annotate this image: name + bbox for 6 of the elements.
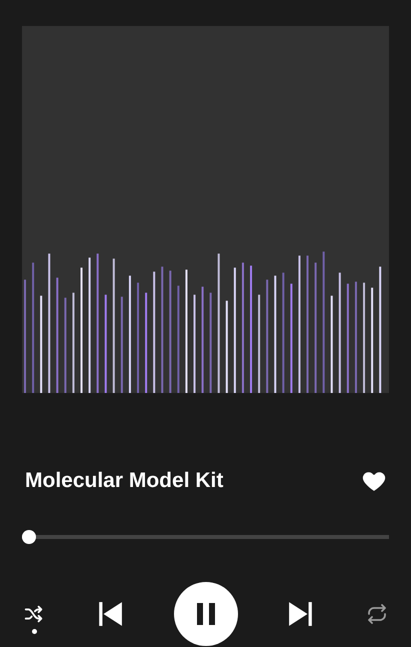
shuffle-button[interactable] [23, 602, 45, 624]
progress-thumb[interactable] [22, 530, 36, 544]
previous-icon[interactable] [96, 600, 123, 626]
track-title: Molecular Model Kit [25, 468, 224, 494]
next-icon[interactable] [288, 600, 314, 626]
repeat-button[interactable] [365, 602, 389, 626]
